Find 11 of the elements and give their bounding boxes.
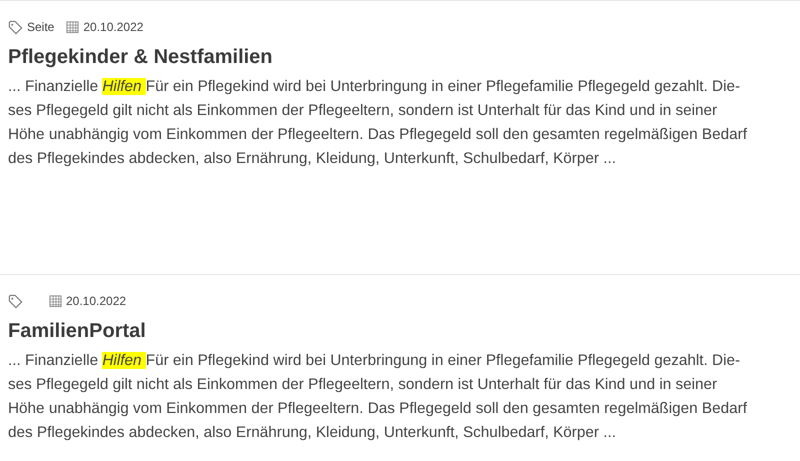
date: 20.10.2022 <box>66 294 126 308</box>
result-snippet: ... Finanzielle Hilfen Für ein Pflegekind wird bei Unterbringung in einer Pflegefamilie Pflegegeld gezahlt. Die- ses Pflegegeld gilt nicht als Einkommen der Pflegeeltern, sondern ist Unterhalt für das Kind und in seiner Höhe unabhängig vom Einkommen der Pflegeeltern. Das Pflegegeld soll den gesamten regelmäßigen Bedarf des Pflegekindes abdecken, also Ernährung, Kleidung, Unterkunft, Schulbedarf, Körper ... <box>8 77 748 169</box>
result-title[interactable]: Pflegekinder & Nestfamilien <box>8 46 792 69</box>
calendar-icon <box>66 20 80 34</box>
calendar-icon <box>49 294 62 308</box>
tag-icon <box>8 20 23 34</box>
content-type: Seite <box>27 20 54 34</box>
result-snippet: ... Finanzielle Hilfen Für ein Pflegekind wird bei Unterbringung in einer Pflegefamilie Pflegegeld gezahlt. Die- ses Pflegegeld gilt nicht als Einkommen der Pflegeeltern, sondern ist Unterhalt für das Kind und in seiner Höhe unabhängig vom Einkommen der Pflegeeltern. Das Pflegegeld soll den gesamten regelmäßigen Bedarf des Pflegekindes abdecken, also Ernährung, Kleidung, Unterkunft, Schulbedarf, Körper ... <box>8 351 748 443</box>
result-title[interactable]: FamilienPortal <box>8 320 792 343</box>
tag-icon <box>8 294 23 308</box>
date: 20.10.2022 <box>83 20 144 34</box>
